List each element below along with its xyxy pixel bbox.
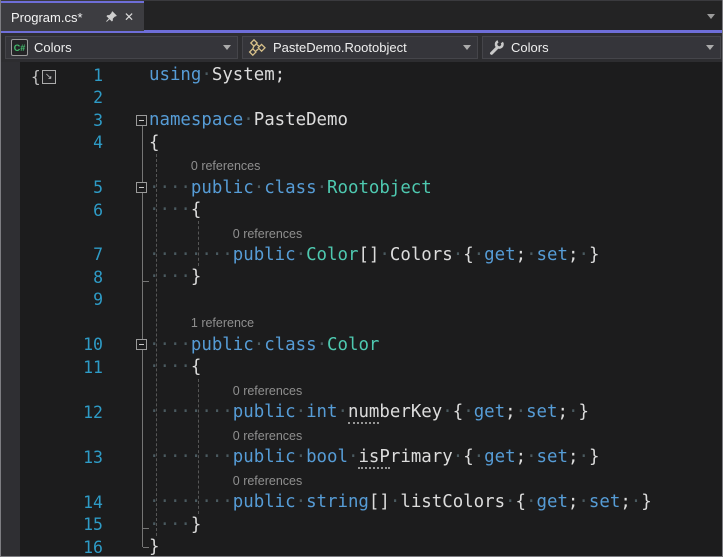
codelens-row: ····1 reference (1, 311, 722, 333)
code-line: 7 ········public·Color[]·Colors·{·get;·se… (1, 244, 722, 266)
line-number: 4 (93, 133, 103, 153)
code-line: 13 ········public·bool·isPrimary·{·get;·s… (1, 446, 722, 470)
code-line: 2 (1, 86, 722, 108)
chevron-down-icon (463, 45, 471, 50)
code-text[interactable]: { (149, 133, 159, 153)
codelens-row: ········0 references (1, 379, 722, 401)
type-dropdown-label: PasteDemo.Rootobject (273, 40, 407, 55)
code-line: 8 ····} (1, 266, 722, 288)
line-number: 1 (93, 65, 103, 85)
code-line: 4{ (1, 131, 722, 153)
code-line: 10 ····public·class·Color (1, 334, 722, 356)
line-number: 13 (83, 447, 103, 467)
code-text[interactable]: ····} (149, 267, 201, 287)
codelens-references-link[interactable]: ········0 references (149, 380, 302, 400)
tab-overflow-chevron-icon[interactable] (707, 14, 715, 19)
code-text[interactable]: ········public·bool·isPrimary·{·get;·set… (149, 447, 599, 470)
codelens-references-link[interactable]: ········0 references (149, 470, 302, 490)
line-number: 15 (83, 515, 103, 535)
codelens-row: ········0 references (1, 468, 722, 490)
tab-title: Program.cs* (11, 9, 83, 25)
chevron-down-icon (223, 45, 231, 50)
chevron-down-icon (706, 45, 714, 50)
code-line: 14 ········public·string[]·listColors·{·g… (1, 491, 722, 513)
code-rows: 1using·System;23namespace·PasteDemo4{···… (1, 64, 722, 557)
property-wrench-icon (490, 39, 504, 55)
codelens-references-link[interactable]: ····0 references (149, 155, 260, 175)
line-number: 16 (83, 537, 103, 557)
code-line: 9 (1, 289, 722, 311)
code-line: 3 namespace·PasteDemo (1, 109, 722, 131)
member-dropdown-label: Colors (511, 40, 549, 55)
codelens-row: ········0 references (1, 424, 722, 446)
codelens-references-link[interactable]: ········0 references (149, 425, 302, 445)
line-number: 8 (93, 267, 103, 287)
close-icon[interactable]: ✕ (120, 8, 138, 26)
vs-editor-window: Program.cs* ✕ C# Colors PasteDemo.Rootob… (0, 0, 723, 557)
code-text[interactable]: } (149, 537, 159, 556)
code-text[interactable]: ····{ (149, 357, 201, 377)
project-dropdown-label: Colors (34, 40, 72, 55)
line-number: 9 (93, 290, 103, 310)
fold-collapse-box[interactable] (136, 182, 147, 194)
code-text[interactable]: ········public·Color[]·Colors·{·get;·set… (149, 245, 599, 265)
type-dropdown[interactable]: PasteDemo.Rootobject (242, 36, 478, 59)
csharp-project-icon: C# (11, 39, 28, 56)
line-number: 12 (83, 402, 103, 422)
code-line: 1 using·System; (1, 64, 722, 86)
codelens-references-link[interactable]: ········0 references (149, 223, 302, 243)
code-editor[interactable]: { ↘ 1 using·System; 2 3 namespace·PasteDemo 4… (1, 62, 722, 557)
codelens-row: ····0 references (1, 154, 722, 176)
tab-program-cs[interactable]: Program.cs* ✕ (1, 3, 144, 31)
code-line: 12 ········public·int·numberKey·{·get;·se… (1, 401, 722, 425)
line-number: 3 (93, 110, 103, 130)
line-number: 2 (93, 88, 103, 108)
class-icon (248, 38, 266, 57)
code-line: 15 ····} (1, 513, 722, 535)
codelens-row: ········0 references (1, 221, 722, 243)
navigation-bar: C# Colors PasteDemo.Rootobject Colors (1, 33, 722, 62)
project-dropdown[interactable]: C# Colors (5, 36, 238, 59)
code-text[interactable]: ········public·string[]·listColors·{·get… (149, 492, 652, 512)
code-text[interactable]: ····public·class·Rootobject (149, 178, 432, 198)
line-number: 14 (83, 492, 103, 512)
codelens-references-link[interactable]: ····1 reference (149, 312, 254, 332)
line-number: 7 (93, 245, 103, 265)
line-number: 5 (93, 178, 103, 198)
code-line: 5 ····public·class·Rootobject (1, 176, 722, 198)
code-text[interactable]: namespace·PasteDemo (149, 110, 348, 130)
fold-collapse-box[interactable] (136, 339, 147, 351)
code-text[interactable]: ····public·class·Color (149, 335, 379, 355)
code-text[interactable]: ········public·int·numberKey·{·get;·set;… (149, 402, 589, 425)
member-dropdown[interactable]: Colors (482, 36, 721, 59)
line-number: 6 (93, 200, 103, 220)
code-line: 11 ····{ (1, 356, 722, 378)
code-line: 6 ····{ (1, 199, 722, 221)
code-text[interactable]: ····{ (149, 200, 201, 220)
code-text[interactable]: ····} (149, 515, 201, 535)
code-line: 16} (1, 536, 722, 557)
fold-collapse-box[interactable] (136, 114, 147, 126)
pin-icon[interactable] (102, 8, 120, 26)
line-number: 10 (83, 335, 103, 355)
tab-strip: Program.cs* ✕ (1, 0, 722, 31)
line-number: 11 (83, 357, 103, 377)
code-text[interactable]: using·System; (149, 65, 285, 85)
